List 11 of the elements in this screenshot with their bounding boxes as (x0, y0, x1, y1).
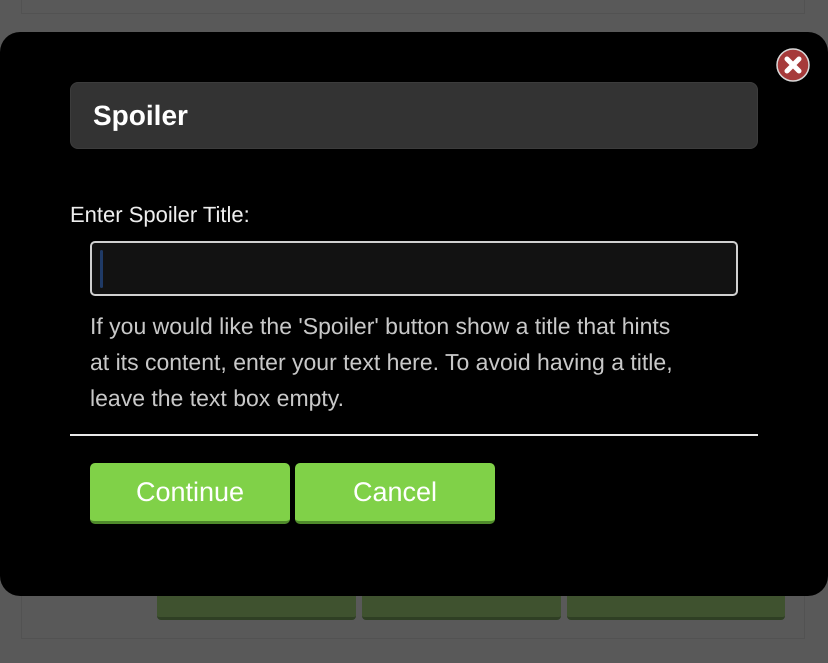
text-cursor (100, 250, 103, 288)
background-button[interactable] (567, 596, 785, 620)
background-button[interactable] (362, 596, 561, 620)
input-field[interactable] (90, 241, 738, 296)
dialog-title: Spoiler (93, 100, 188, 132)
background-button[interactable] (157, 596, 356, 620)
close-icon[interactable] (776, 48, 810, 82)
help-text: If you would like the 'Spoiler' button show a title that hints at its content, enter your text here. To avoid having a title, leave the text box empty. (90, 312, 674, 413)
dialog-button[interactable]: Cancel (295, 463, 495, 524)
field-label: Enter Spoiler Title: (70, 201, 250, 229)
dialog-button[interactable]: Continue (90, 463, 290, 524)
